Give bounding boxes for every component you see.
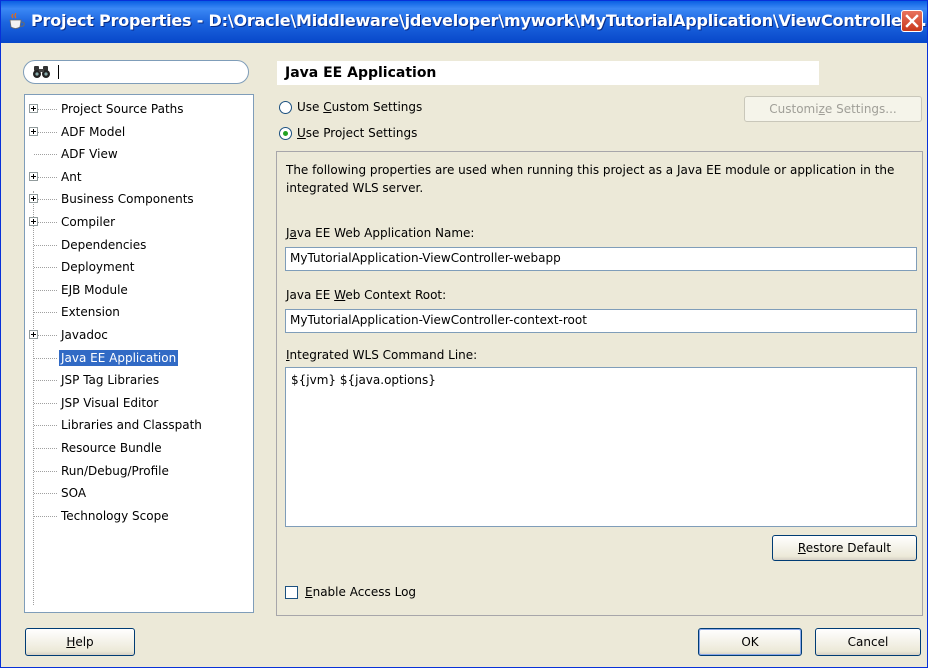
tree-connector-line <box>34 357 57 359</box>
tree-item-label: ADF View <box>61 147 118 162</box>
use-project-settings-label: Use Project Settings <box>297 126 418 140</box>
tree-item-label: ADF Model <box>61 124 126 139</box>
description-text: The following properties are used when r… <box>286 163 895 195</box>
tree-connector-line <box>34 312 57 314</box>
tree-item[interactable]: Ant <box>25 166 253 188</box>
command-line-textarea[interactable]: ${jvm} ${java.options} <box>285 367 917 527</box>
tree-item[interactable]: Extension <box>25 301 253 323</box>
tree-item[interactable]: Libraries and Classpath <box>25 414 253 436</box>
tree-item-label: Libraries and Classpath <box>61 418 202 433</box>
tree-item[interactable]: ADF Model <box>25 121 253 143</box>
window-title: Project Properties - D:\Oracle\Middlewar… <box>31 11 928 30</box>
tree-item[interactable]: Project Source Paths <box>25 98 253 120</box>
tree-connector-line <box>34 154 57 156</box>
tree-connector-line <box>34 448 57 449</box>
context-root-label: Java EE Web Context Root: <box>286 288 447 302</box>
binoculars-icon <box>32 65 52 82</box>
expand-icon[interactable] <box>29 217 38 226</box>
customize-settings-button[interactable]: Customize Settings... <box>744 96 922 122</box>
project-properties-dialog: Project Properties - D:\Oracle\Middlewar… <box>0 0 928 668</box>
tree-item-label: Technology Scope <box>61 508 169 523</box>
tree-item[interactable]: ADF View <box>25 143 253 165</box>
tree-item-label: Deployment <box>61 260 135 275</box>
enable-access-log-checkbox[interactable] <box>285 586 298 599</box>
tree-item-label: Extension <box>61 305 120 320</box>
tree-item-label: Javadoc <box>61 328 108 342</box>
expand-icon[interactable] <box>29 171 38 181</box>
tree-item[interactable]: EJB Module <box>25 279 253 301</box>
close-button[interactable] <box>901 10 923 32</box>
close-icon <box>905 14 919 28</box>
help-button[interactable]: Help <box>25 628 135 656</box>
tree-connector-line <box>34 289 57 291</box>
radio-button[interactable] <box>279 101 292 114</box>
tree-item[interactable]: Deployment <box>25 256 253 278</box>
expand-icon[interactable] <box>29 194 38 204</box>
tree-item[interactable]: Compiler <box>25 211 253 233</box>
page-title: Java EE Application <box>277 61 819 85</box>
tree-item[interactable]: Java EE Application <box>25 347 253 369</box>
tree-item-label: Run/Debug/Profile <box>61 463 169 478</box>
tree-item-label: Project Source Paths <box>61 102 184 116</box>
tree-connector-line <box>34 380 57 382</box>
tree-item-label: JSP Tag Libraries <box>61 373 160 388</box>
search-field[interactable] <box>23 60 249 84</box>
java-cup-icon <box>7 12 27 31</box>
tree-connector-line <box>34 425 57 427</box>
tree-item-label: Compiler <box>61 215 116 229</box>
tree-item[interactable]: Javadoc <box>25 324 253 346</box>
cancel-button[interactable]: Cancel <box>815 628 921 656</box>
tree-connector-line <box>34 493 57 495</box>
tree-item-label: EJB Module <box>61 282 128 297</box>
tree-connector-line <box>34 244 57 246</box>
title-bar[interactable]: Project Properties - D:\Oracle\Middlewar… <box>1 1 927 43</box>
restore-default-button[interactable]: Restore Default <box>772 535 917 561</box>
tree-item[interactable]: SOA <box>25 482 253 504</box>
tree-item-label: Business Components <box>61 192 194 207</box>
tree-item[interactable]: Run/Debug/Profile <box>25 460 253 482</box>
expand-icon[interactable] <box>29 330 38 339</box>
page-title-text: Java EE Application <box>285 65 437 81</box>
expand-icon[interactable] <box>29 126 38 136</box>
command-line-label: Integrated WLS Command Line: <box>286 348 478 362</box>
expand-icon[interactable] <box>29 104 38 113</box>
tree-connector-line <box>34 470 57 472</box>
tree-item-label: JSP Visual Editor <box>61 395 159 410</box>
category-tree[interactable]: Project Source Paths ADF Model ADF View Ant… <box>24 94 254 613</box>
tree-item[interactable]: JSP Tag Libraries <box>25 369 253 391</box>
tree-item-label: SOA <box>61 486 87 501</box>
tree-item[interactable]: Resource Bundle <box>25 437 253 459</box>
ok-button[interactable]: OK <box>698 628 802 656</box>
tree-item-label: Java EE Application <box>59 349 179 366</box>
tree-connector-line <box>34 515 57 517</box>
tree-item[interactable]: Technology Scope <box>25 505 253 527</box>
web-app-name-field[interactable]: MyTutorialApplication-ViewController-web… <box>285 247 917 271</box>
tree-item-label: Dependencies <box>61 237 147 252</box>
context-root-field[interactable]: MyTutorialApplication-ViewController-con… <box>285 309 917 333</box>
tree-item-label: Ant <box>61 169 82 184</box>
tree-item[interactable]: Dependencies <box>25 234 253 256</box>
tree-connector-line <box>34 402 57 404</box>
web-app-name-label: Java EE Web Application Name: <box>286 226 475 240</box>
tree-connector-line <box>34 267 57 269</box>
tree-item-label: Resource Bundle <box>61 441 162 455</box>
tree-item[interactable]: Business Components <box>25 188 253 210</box>
tree-item[interactable]: JSP Visual Editor <box>25 392 253 414</box>
use-custom-settings-label: Use Custom Settings <box>297 100 423 114</box>
enable-access-log-label: Enable Access Log <box>305 585 417 599</box>
search-input[interactable] <box>58 65 59 79</box>
radio-button[interactable] <box>279 127 292 140</box>
